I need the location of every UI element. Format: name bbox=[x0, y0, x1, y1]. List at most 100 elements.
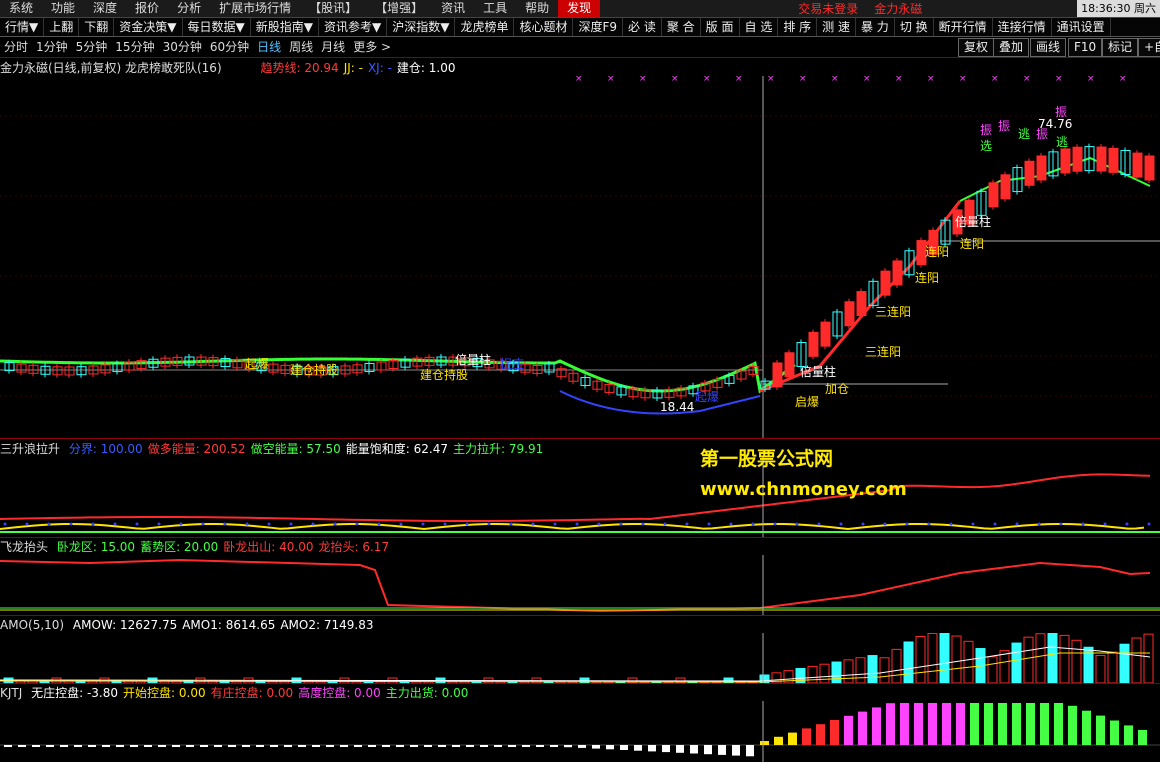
candle-body bbox=[1060, 148, 1071, 174]
boundary-dot bbox=[465, 522, 469, 526]
menu-item-10[interactable]: 帮助 bbox=[516, 0, 558, 17]
toolbar-button-6[interactable]: 资讯参考▼ bbox=[319, 18, 388, 36]
volume-bar bbox=[867, 655, 878, 683]
chart-tool-button-1[interactable]: 叠加 bbox=[993, 38, 1030, 57]
control-bar bbox=[592, 745, 600, 749]
menu-item-2[interactable]: 深度 bbox=[84, 0, 126, 17]
period-tab-1[interactable]: 1分钟 bbox=[32, 37, 72, 57]
period-tab-4[interactable]: 30分钟 bbox=[159, 37, 206, 57]
menu-item-1[interactable]: 功能 bbox=[42, 0, 84, 17]
control-bar bbox=[816, 724, 825, 745]
menu-item-0[interactable]: 系统 bbox=[0, 0, 42, 17]
menu-item-4[interactable]: 分析 bbox=[168, 0, 210, 17]
candle-body bbox=[1108, 147, 1119, 173]
menu-item-8[interactable]: 资讯 bbox=[432, 0, 474, 17]
period-tab-6[interactable]: 日线 bbox=[253, 37, 285, 57]
control-bar bbox=[18, 745, 26, 747]
menu-item-3[interactable]: 报价 bbox=[126, 0, 168, 17]
boundary-dot bbox=[1015, 522, 1019, 526]
status-text-1: 金力永磁 bbox=[874, 2, 923, 16]
toolbar-button-19[interactable]: 断开行情 bbox=[934, 18, 993, 36]
toolbar-button-0[interactable]: 行情▼ bbox=[0, 18, 45, 36]
toolbar-button-15[interactable]: 排 序 bbox=[778, 18, 818, 36]
chart-annotation: 振 bbox=[1055, 105, 1067, 119]
control-bar bbox=[326, 745, 334, 747]
period-tab-8[interactable]: 月线 bbox=[317, 37, 349, 57]
toolbar-button-9[interactable]: 核心题材 bbox=[514, 18, 574, 36]
boundary-dot bbox=[201, 522, 205, 526]
candlestick-chart[interactable]: × × × × × × × × × × × × × × × × × ×起爆 建仓持股倍量柱建仓持股捉庄18.44起爆… bbox=[0, 76, 1160, 438]
control-bar bbox=[620, 745, 628, 750]
candle-body bbox=[1096, 146, 1107, 172]
toolbar-button-17[interactable]: 暴 力 bbox=[856, 18, 895, 36]
toolbar-button-10[interactable]: 深度F9 bbox=[573, 18, 624, 36]
dragon-head-chart[interactable] bbox=[0, 555, 1160, 615]
volume-bar bbox=[1071, 639, 1082, 683]
menu-item-5[interactable]: 扩展市场行情 bbox=[210, 0, 300, 17]
toolbar-button-20[interactable]: 连接行情 bbox=[993, 18, 1052, 36]
chart-annotation: 倍量柱 bbox=[955, 214, 991, 229]
control-bar bbox=[830, 720, 839, 745]
boundary-dot bbox=[597, 522, 601, 526]
toolbar-button-8[interactable]: 龙虎榜单 bbox=[455, 18, 515, 36]
period-tab-5[interactable]: 60分钟 bbox=[206, 37, 253, 57]
toolbar-button-16[interactable]: 测 速 bbox=[817, 18, 856, 36]
boundary-dot bbox=[399, 522, 403, 526]
chart-annotation: 振 bbox=[980, 123, 992, 137]
chart-annotation: 18.44 bbox=[660, 400, 694, 414]
control-bar bbox=[788, 732, 797, 745]
toolbar-button-18[interactable]: 切 换 bbox=[895, 18, 934, 36]
volume-bar bbox=[915, 635, 926, 683]
chart-tool-button-2[interactable]: 画线 bbox=[1030, 38, 1067, 57]
control-bar bbox=[1040, 703, 1049, 745]
period-tab-2[interactable]: 5分钟 bbox=[72, 37, 112, 57]
toolbar-button-2[interactable]: 下翻 bbox=[79, 18, 115, 36]
wave-energy-chart[interactable] bbox=[0, 457, 1160, 537]
boundary-dot bbox=[223, 522, 227, 526]
period-tab-7[interactable]: 周线 bbox=[285, 37, 317, 57]
chart-tool-button-3[interactable]: F10 bbox=[1068, 38, 1103, 57]
main-panel-title: 金力永磁(日线,前复权) 龙虎榜敢死队(16) 趋势线: 20.94 JJ: - X… bbox=[0, 60, 465, 76]
toolbar-button-14[interactable]: 自 选 bbox=[740, 18, 779, 36]
period-tab-9[interactable]: 更多 > bbox=[349, 37, 395, 57]
chart-tool-button-5[interactable]: +自 bbox=[1138, 38, 1160, 57]
period-tab-3[interactable]: 15分钟 bbox=[111, 37, 158, 57]
boundary-dot bbox=[443, 522, 447, 526]
control-bar bbox=[1138, 730, 1147, 745]
toolbar-button-11[interactable]: 必 读 bbox=[623, 18, 662, 36]
control-bar bbox=[480, 745, 488, 747]
control-bar bbox=[32, 745, 40, 747]
chart-annotation: 起爆 bbox=[245, 357, 269, 371]
control-bar bbox=[1082, 710, 1091, 745]
menu-item-9[interactable]: 工具 bbox=[474, 0, 516, 17]
period-tab-0[interactable]: 分时 bbox=[0, 37, 32, 57]
top-marker: × bbox=[895, 76, 903, 84]
control-bar bbox=[46, 745, 54, 747]
chart-tool-button-4[interactable]: 标记 bbox=[1102, 38, 1139, 57]
toolbar-button-4[interactable]: 每日数据▼ bbox=[183, 18, 251, 36]
control-bar bbox=[242, 745, 250, 747]
panel4-title: AMO(5,10) AMOW: 12627.75 AMO1: 8614.65 AMO… bbox=[0, 617, 383, 633]
control-bar bbox=[172, 745, 180, 747]
control-bar bbox=[60, 745, 68, 747]
toolbar-button-12[interactable]: 聚 合 bbox=[662, 18, 701, 36]
toolbar-button-21[interactable]: 通讯设置 bbox=[1052, 18, 1111, 36]
toolbar-button-1[interactable]: 上翻 bbox=[44, 18, 80, 36]
amo-volume-chart[interactable] bbox=[0, 633, 1160, 683]
chart-annotation: 连阳 bbox=[960, 236, 984, 251]
control-bar bbox=[158, 745, 166, 747]
menu-item-7[interactable]: 【增强】 bbox=[366, 0, 432, 17]
top-marker: × bbox=[863, 76, 871, 84]
top-marker: × bbox=[991, 76, 999, 84]
toolbar-button-3[interactable]: 资金决策▼ bbox=[114, 18, 183, 36]
chart-tool-button-0[interactable]: 复权 bbox=[958, 38, 995, 57]
boundary-dot bbox=[25, 522, 29, 526]
control-bar bbox=[368, 745, 376, 747]
menu-item-11[interactable]: 发现 bbox=[558, 0, 601, 17]
control-chart[interactable] bbox=[0, 701, 1160, 762]
toolbar-button-5[interactable]: 新股指南▼ bbox=[251, 18, 319, 36]
toolbar-button-7[interactable]: 沪深指数▼ bbox=[387, 18, 456, 36]
control-bar bbox=[900, 703, 909, 745]
toolbar-button-13[interactable]: 版 面 bbox=[701, 18, 740, 36]
menu-item-6[interactable]: 【股讯】 bbox=[300, 0, 366, 17]
